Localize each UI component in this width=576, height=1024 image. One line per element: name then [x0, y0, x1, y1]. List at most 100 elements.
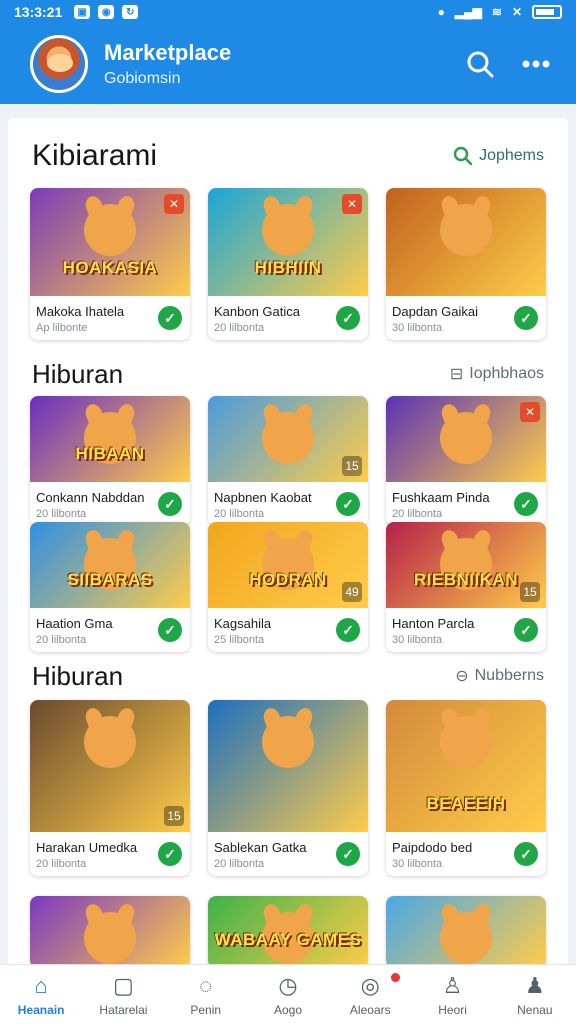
bottom-navigation: ⌂ Heanain ▢ Hatarelai ◌ Penin ◷ Aogo ◎ Aleoars ♙ He… — [0, 964, 576, 1024]
nav-label: Heori — [438, 1002, 467, 1017]
count-badge: 15 — [342, 456, 362, 476]
game-thumbnail[interactable]: 15 — [30, 700, 190, 832]
game-card[interactable] — [386, 896, 546, 968]
game-art-title: SIIBARAS — [67, 570, 153, 589]
game-thumbnail[interactable] — [208, 700, 368, 832]
card-meta: Kagsahila 25 lilbonta ✓ — [208, 608, 368, 652]
profile-icon: ♟ — [524, 972, 545, 998]
battery-icon — [532, 5, 562, 19]
game-thumbnail[interactable]: HIBHIIN ✕ — [208, 188, 368, 296]
game-card[interactable]: HIBAAN Conkann Nabddan 20 lilbonta ✓ — [30, 396, 190, 526]
game-name: Sablekan Gatka — [214, 840, 307, 855]
nav-item-0[interactable]: ⌂ Heanain — [0, 965, 82, 1024]
nav-item-2[interactable]: ◌ Penin — [165, 965, 247, 1024]
search-icon — [467, 51, 494, 78]
game-name: Dapdan Gaikai — [392, 304, 478, 319]
game-thumbnail[interactable]: SIIBARAS — [30, 522, 190, 608]
card-meta: Makoka Ihatela Ap lilbonte ✓ — [30, 296, 190, 340]
game-name: Kanbon Gatica — [214, 304, 301, 319]
mascot-character — [84, 716, 136, 768]
mascot-character — [262, 412, 314, 464]
game-card[interactable]: RIEBNIIKAN 15 Hanton Parcla 30 lilbonta ✓ — [386, 522, 546, 652]
game-card[interactable]: BEAEEIH Paipdodo bed 30 lilbonta ✓ — [386, 700, 546, 876]
section-link[interactable]: ⊖ Nubberns — [455, 666, 544, 686]
nav-label: Aleoars — [349, 1002, 391, 1017]
game-thumbnail[interactable] — [386, 896, 546, 968]
section-header: Kibiarami Jophems — [8, 136, 568, 176]
close-badge[interactable]: ✕ — [520, 402, 540, 422]
game-art-title: HIBAAN — [75, 444, 145, 463]
status-bar: 13:3:21 ▣ ◉ ↻ ● ▂▄▆ ≋ ✕ — [0, 0, 576, 24]
game-card[interactable]: SIIBARAS Haation Gma 20 lilbonta ✓ — [30, 522, 190, 652]
game-card[interactable]: ✕ Fushkaam Pinda 20 lilbonta ✓ — [386, 396, 546, 526]
check-icon: ✓ — [336, 492, 360, 516]
section-hiburan-2: Hiburan ⊖ Nubberns — [8, 656, 568, 696]
card-meta: Conkann Nabddan 20 lilbonta ✓ — [30, 482, 190, 526]
notification-dot — [391, 973, 401, 982]
game-name: Fushkaam Pinda — [392, 490, 490, 505]
game-thumbnail[interactable]: RIEBNIIKAN 15 — [386, 522, 546, 608]
mascot-character — [440, 912, 492, 964]
game-card[interactable]: HOAKASIA ✕ Makoka Ihatela Ap lilbonte ✓ — [30, 188, 190, 340]
game-art-title: WABAAY GAMES — [214, 930, 362, 949]
game-card[interactable]: Dapdan Gaikai 30 lilbonta ✓ — [386, 188, 546, 340]
nav-item-4[interactable]: ◎ Aleoars — [329, 965, 411, 1024]
check-icon: ✓ — [514, 842, 538, 866]
close-badge[interactable]: ✕ — [342, 194, 362, 214]
card-meta: Hanton Parcla 30 lilbonta ✓ — [386, 608, 546, 652]
mute-icon: ✕ — [511, 5, 522, 19]
card-meta: Napbnen Kaobat 20 lilbonta ✓ — [208, 482, 368, 526]
marketplace-content[interactable]: Kibiarami Jophems HOAKASIA ✕ Makoka Ihatel… — [8, 118, 568, 968]
game-card[interactable]: 15 Harakan Umedka 20 lilbonta ✓ — [30, 700, 190, 876]
game-art-title: HOAKASIA — [62, 258, 158, 277]
section-title: Hiburan — [32, 660, 124, 691]
card-meta: Fushkaam Pinda 20 lilbonta ✓ — [386, 482, 546, 526]
section-kibiarami: Kibiarami Jophems — [8, 136, 568, 176]
game-name: Haation Gma — [36, 616, 113, 631]
game-card[interactable]: WABAAY GAMES — [208, 896, 368, 968]
nav-item-1[interactable]: ▢ Hatarelai — [82, 965, 164, 1024]
game-thumbnail[interactable]: HODRAN 49 — [208, 522, 368, 608]
count-badge: 15 — [164, 806, 184, 826]
more-options-button[interactable] — [520, 48, 552, 80]
game-thumbnail[interactable]: WABAAY GAMES — [208, 896, 368, 968]
clock-icon: ◷ — [278, 972, 298, 998]
mascot-character — [262, 204, 314, 256]
nav-label: Heanain — [17, 1002, 65, 1017]
game-card[interactable]: HIBHIIN ✕ Kanbon Gatica 20 lilbonta ✓ — [208, 188, 368, 340]
close-badge[interactable]: ✕ — [164, 194, 184, 214]
game-thumbnail[interactable]: BEAEEIH — [386, 700, 546, 832]
mascot-character — [440, 412, 492, 464]
list-icon: ⊟ — [449, 366, 464, 383]
game-thumbnail[interactable]: HIBAAN — [30, 396, 190, 482]
page-subtitle: Gobiomsin — [104, 70, 181, 87]
section-search-link[interactable]: Jophems — [453, 146, 544, 166]
square-icon: ▢ — [113, 972, 134, 998]
check-icon: ✓ — [336, 618, 360, 642]
sync-icon: ↻ — [122, 5, 139, 19]
game-thumbnail[interactable]: ✕ — [386, 396, 546, 482]
section-hiburan-1: Hiburan ⊟ Iophbhaos — [8, 354, 568, 394]
game-thumbnail[interactable] — [386, 188, 546, 296]
check-icon: ✓ — [514, 492, 538, 516]
game-card[interactable]: Sablekan Gatka 20 lilbonta ✓ — [208, 700, 368, 876]
card-meta: Harakan Umedka 20 lilbonta ✓ — [30, 832, 190, 876]
check-icon: ✓ — [336, 842, 360, 866]
nav-item-3[interactable]: ◷ Aogo — [247, 965, 329, 1024]
nav-item-6[interactable]: ♟ Nenau — [494, 965, 576, 1024]
system-icons: ● ▂▄▆ ≋ ✕ — [438, 5, 562, 19]
search-button[interactable] — [464, 48, 496, 80]
game-card[interactable]: HODRAN 49 Kagsahila 25 lilbonta ✓ — [208, 522, 368, 652]
game-thumbnail[interactable] — [30, 896, 190, 968]
nav-item-5[interactable]: ♙ Heori — [411, 965, 493, 1024]
check-icon: ✓ — [514, 306, 538, 330]
game-thumbnail[interactable]: 15 — [208, 396, 368, 482]
location-icon: ● — [437, 5, 445, 19]
status-icons: ▣ ◉ ↻ — [74, 5, 139, 19]
game-thumbnail[interactable]: HOAKASIA ✕ — [30, 188, 190, 296]
section-title: Hiburan — [32, 358, 124, 389]
section-link[interactable]: ⊟ Iophbhaos — [450, 364, 544, 384]
game-card[interactable]: 15 Napbnen Kaobat 20 lilbonta ✓ — [208, 396, 368, 526]
avatar[interactable] — [30, 35, 88, 93]
game-card[interactable] — [30, 896, 190, 968]
